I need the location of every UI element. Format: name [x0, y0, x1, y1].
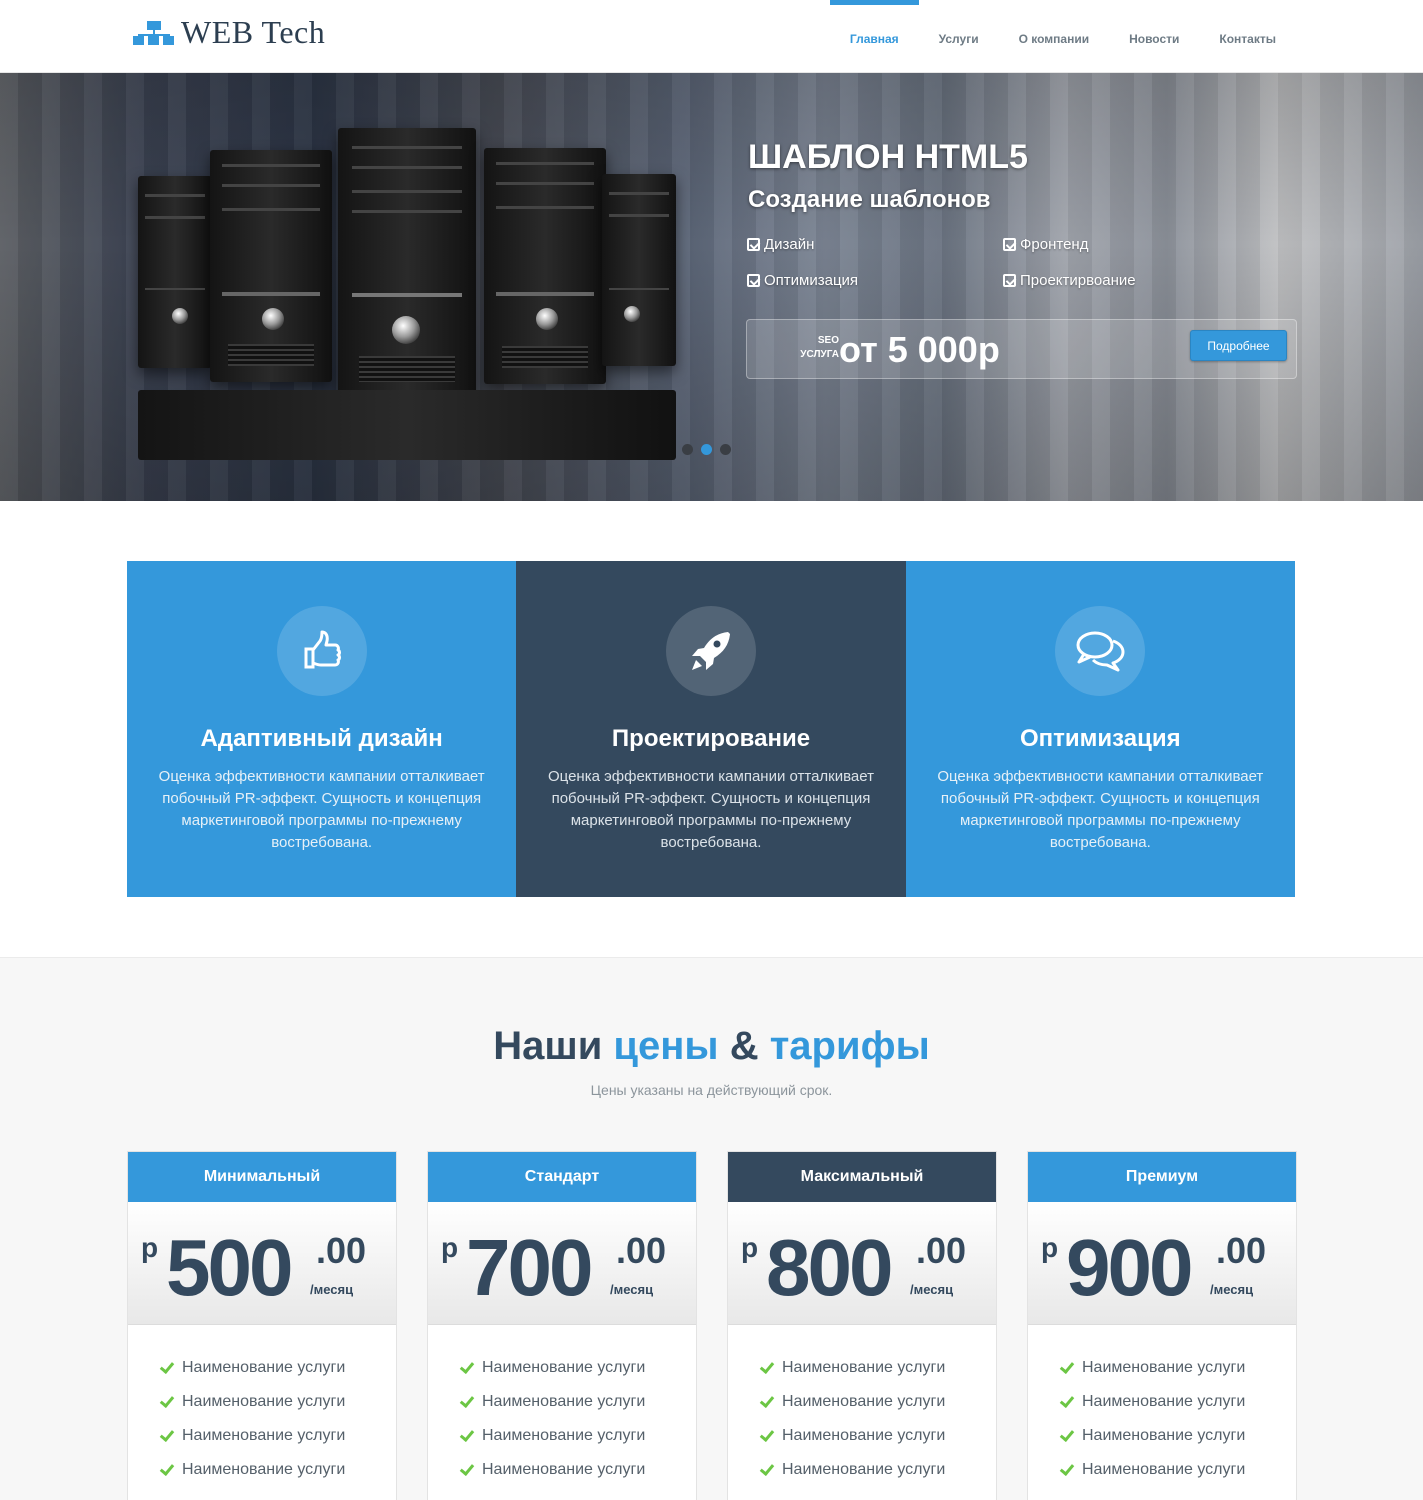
- feature-text: Оценка эффективности кампании отталкивае…: [158, 768, 485, 851]
- plan-name: Минимальный: [128, 1152, 396, 1202]
- check-icon: [1058, 1428, 1074, 1444]
- plan-features: Наименование услуги Наименование услуги …: [428, 1325, 696, 1487]
- check-icon: [758, 1462, 774, 1478]
- nav-item-about[interactable]: О компании: [999, 0, 1110, 73]
- list-item: Наименование услуги: [1058, 1351, 1296, 1385]
- hero-feature: Оптимизация: [747, 272, 858, 289]
- plan-name: Максимальный: [728, 1152, 996, 1202]
- check-icon: [158, 1360, 174, 1376]
- network-logo-icon: [133, 19, 175, 47]
- hero-feature: Фронтенд: [1003, 236, 1088, 253]
- list-item: Наименование услуги: [758, 1351, 996, 1385]
- check-icon: [1058, 1462, 1074, 1478]
- plan-features: Наименование услуги Наименование услуги …: [1028, 1325, 1296, 1487]
- list-item: Наименование услуги: [158, 1385, 396, 1419]
- check-icon: [158, 1428, 174, 1444]
- features-section: Адаптивный дизайн Оценка эффективности к…: [127, 561, 1295, 897]
- list-item: Наименование услуги: [158, 1453, 396, 1487]
- list-item: Наименование услуги: [158, 1351, 396, 1385]
- chat-bubbles-icon: [1055, 606, 1146, 696]
- plan-price: р 800 .00 /месяц: [728, 1202, 996, 1325]
- nav-item-home[interactable]: Главная: [829, 0, 919, 73]
- plan-name: Премиум: [1028, 1152, 1296, 1202]
- check-icon: [158, 1462, 174, 1478]
- hero-slider: ШАБЛОН HTML5 Создание шаблонов Дизайн Фр…: [0, 73, 1423, 501]
- slider-dots: [682, 444, 739, 455]
- list-item: Наименование услуги: [458, 1419, 696, 1453]
- check-icon: [758, 1360, 774, 1376]
- slider-dot[interactable]: [720, 444, 731, 455]
- rocket-icon: [665, 606, 756, 696]
- list-item: Наименование услуги: [758, 1385, 996, 1419]
- plan-price: р 900 .00 /месяц: [1028, 1202, 1296, 1325]
- nav-item-news[interactable]: Новости: [1109, 0, 1199, 73]
- feature-title: Адаптивный дизайн: [200, 725, 443, 752]
- hero-feature: Дизайн: [747, 236, 814, 253]
- slider-dot[interactable]: [682, 444, 693, 455]
- feature-title: Проектирование: [611, 725, 811, 752]
- list-item: Наименование услуги: [458, 1385, 696, 1419]
- logo-text: WEB Tech: [181, 14, 326, 50]
- pricing-plans: Минимальный р 500 .00 /месяц Наименовани…: [127, 1151, 1297, 1500]
- pricing-plan: Премиум р 900 .00 /месяц Наименование ус…: [1027, 1151, 1297, 1500]
- logo[interactable]: WEB Tech: [133, 14, 325, 51]
- feature-text: Оценка эффективности кампании отталкивае…: [547, 768, 874, 851]
- check-icon: [758, 1394, 774, 1410]
- hero-title: ШАБЛОН HTML5: [748, 138, 1028, 176]
- feature-card: Оптимизация Оценка эффективности кампани…: [905, 561, 1295, 897]
- pricing-plan: Стандарт р 700 .00 /месяц Наименование у…: [427, 1151, 697, 1500]
- check-icon: [758, 1428, 774, 1444]
- checkbox-icon: [1003, 238, 1016, 251]
- pricing-plan: Минимальный р 500 .00 /месяц Наименовани…: [127, 1151, 397, 1500]
- pricing-section: Наши цены & тарифы Цены указаны на дейст…: [0, 957, 1423, 1500]
- pricing-subtitle: Цены указаны на действующий срок.: [590, 1082, 833, 1098]
- check-icon: [458, 1394, 474, 1410]
- list-item: Наименование услуги: [758, 1453, 996, 1487]
- nav-item-contacts[interactable]: Контакты: [1199, 0, 1296, 73]
- hero-feature: Проектирвоание: [1003, 272, 1136, 289]
- feature-title: Оптимизация: [1019, 725, 1181, 752]
- site-header: WEB Tech Главная Услуги О компании Новос…: [0, 0, 1423, 73]
- more-button[interactable]: Подробнее: [1190, 330, 1287, 361]
- feature-text: Оценка эффективности кампании отталкивае…: [937, 768, 1264, 851]
- list-item: Наименование услуги: [1058, 1385, 1296, 1419]
- check-icon: [458, 1462, 474, 1478]
- check-icon: [458, 1360, 474, 1376]
- feature-card: Адаптивный дизайн Оценка эффективности к…: [127, 561, 517, 897]
- feature-card: Проектирование Оценка эффективности камп…: [516, 561, 906, 897]
- check-icon: [458, 1428, 474, 1444]
- check-icon: [1058, 1394, 1074, 1410]
- pricing-title: Наши цены & тарифы: [493, 1024, 930, 1068]
- plan-price: р 700 .00 /месяц: [428, 1202, 696, 1325]
- hero-price-bar: SEO УСЛУГА от 5 000р Подробнее: [746, 319, 1297, 379]
- plan-price: р 500 .00 /месяц: [128, 1202, 396, 1325]
- checkbox-icon: [1003, 274, 1016, 287]
- thumbs-up-icon: [276, 606, 367, 696]
- list-item: Наименование услуги: [458, 1453, 696, 1487]
- plan-name: Стандарт: [428, 1152, 696, 1202]
- checkbox-icon: [747, 274, 760, 287]
- slider-dot-active[interactable]: [701, 444, 712, 455]
- list-item: Наименование услуги: [158, 1419, 396, 1453]
- plan-features: Наименование услуги Наименование услуги …: [728, 1325, 996, 1487]
- list-item: Наименование услуги: [1058, 1419, 1296, 1453]
- list-item: Наименование услуги: [458, 1351, 696, 1385]
- plan-features: Наименование услуги Наименование услуги …: [128, 1325, 396, 1487]
- checkbox-icon: [747, 238, 760, 251]
- hero-price: от 5 000р: [839, 329, 1000, 370]
- list-item: Наименование услуги: [1058, 1453, 1296, 1487]
- check-icon: [158, 1394, 174, 1410]
- list-item: Наименование услуги: [758, 1419, 996, 1453]
- hero-subtitle: Создание шаблонов: [748, 186, 991, 213]
- pricing-plan: Максимальный р 800 .00 /месяц Наименован…: [727, 1151, 997, 1500]
- price-tag: SEO УСЛУГА: [800, 335, 839, 360]
- main-nav: Главная Услуги О компании Новости Контак…: [829, 0, 1296, 73]
- check-icon: [1058, 1360, 1074, 1376]
- servers-image: [132, 128, 682, 478]
- nav-item-services[interactable]: Услуги: [919, 0, 999, 73]
